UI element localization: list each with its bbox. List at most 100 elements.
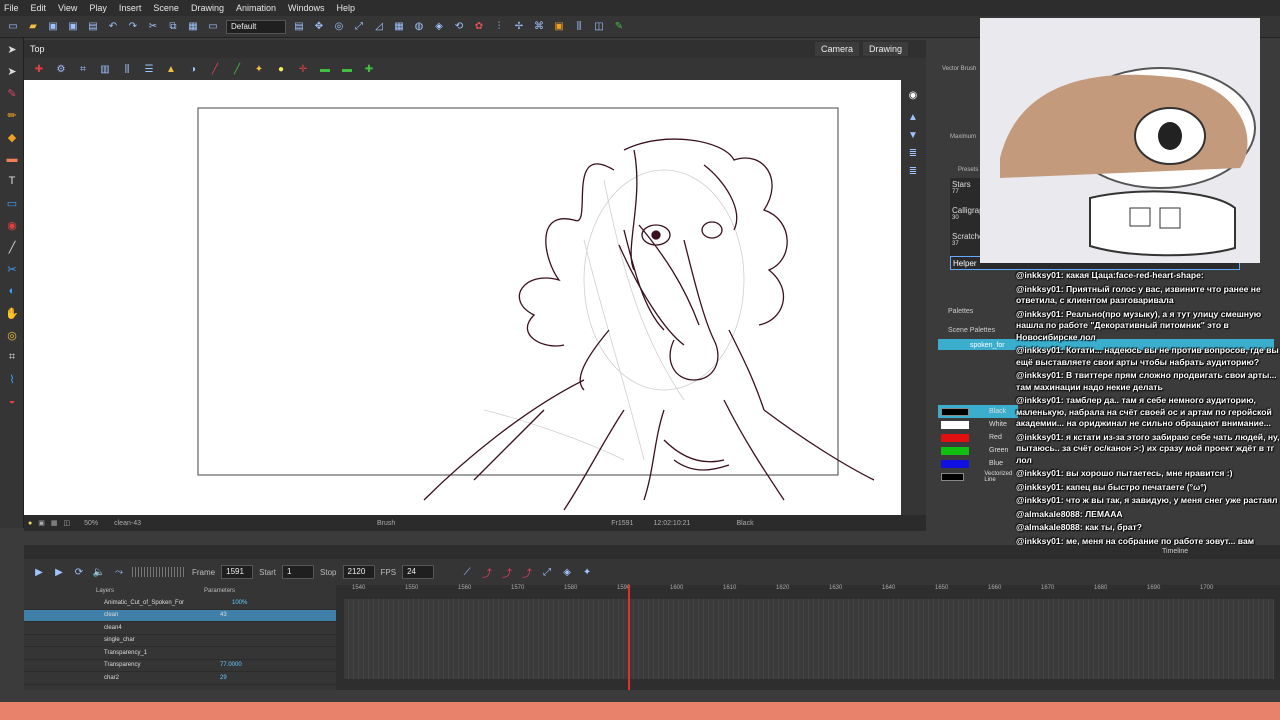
hand-tool-icon[interactable]: ✋ <box>0 302 24 324</box>
layer-row[interactable]: char2 29 <box>24 672 336 685</box>
playhead[interactable] <box>628 585 630 690</box>
sound-scrub-icon[interactable]: ⤳ <box>112 565 126 579</box>
bone-icon[interactable]: ⫶ <box>492 20 506 34</box>
camera-icon[interactable]: ◫ <box>592 20 606 34</box>
cut-icon[interactable]: ✂ <box>146 20 160 34</box>
menu-animation[interactable]: Animation <box>236 3 276 13</box>
tab-drawing[interactable]: Drawing <box>862 42 908 56</box>
extend-icon[interactable]: ⤢ <box>540 565 554 579</box>
open-icon[interactable]: ▰ <box>26 20 40 34</box>
undo-icon[interactable]: ↶ <box>106 20 120 34</box>
menu-drawing[interactable]: Drawing <box>191 3 224 13</box>
mask-icon[interactable]: ▥ <box>98 62 112 76</box>
move-icon[interactable]: ✥ <box>312 20 326 34</box>
grid-tool-icon[interactable]: ⌗ <box>0 346 24 368</box>
color-swatch-row[interactable]: Blue <box>938 457 1018 470</box>
select-tool-icon[interactable]: ➤ <box>0 38 24 60</box>
copy-icon[interactable]: ⧉ <box>166 20 180 34</box>
layer-row[interactable]: Transparency 77.0000 <box>24 660 336 672</box>
zoom-level[interactable]: 50% <box>84 520 98 527</box>
workspace-dropdown[interactable]: Default <box>226 19 286 34</box>
cutter-tool-icon[interactable]: ✂ <box>0 258 24 280</box>
mark-icon[interactable]: ◈ <box>560 565 574 579</box>
bulb-icon[interactable]: ● <box>274 62 288 76</box>
flip-icon[interactable]: ◑ <box>186 62 200 76</box>
color-swatch-row[interactable]: Green <box>938 444 1018 457</box>
contour-tool-icon[interactable]: ➤ <box>0 60 24 82</box>
transform-tool-icon[interactable]: ◎ <box>0 324 24 346</box>
import-icon[interactable]: ▤ <box>86 20 100 34</box>
text-tool-icon[interactable]: T <box>0 170 24 192</box>
reset-view-icon[interactable]: ⟲ <box>452 20 466 34</box>
settings-icon[interactable]: ⚙ <box>54 62 68 76</box>
menu-edit[interactable]: Edit <box>31 3 47 13</box>
scale-icon[interactable]: ⤢ <box>352 20 366 34</box>
deform-icon[interactable]: ✿ <box>472 20 486 34</box>
frame-icon[interactable]: ▣ <box>552 20 566 34</box>
layer-up-icon[interactable]: ▲ <box>906 110 920 124</box>
mask-status-icon[interactable]: ▣ <box>38 519 45 527</box>
color-swatch-row[interactable]: White <box>938 418 1018 431</box>
workspace-icon[interactable]: ▤ <box>292 20 306 34</box>
layer-row[interactable]: Animatic_Cut_of_Spoken_For 100% <box>24 597 336 610</box>
marker-icon[interactable]: ✦ <box>580 565 594 579</box>
motion-key-icon[interactable]: ⤴ <box>480 565 494 580</box>
stamp-tool-icon[interactable]: ◉ <box>0 214 24 236</box>
menu-help[interactable]: Help <box>337 3 356 13</box>
menu-play[interactable]: Play <box>89 3 107 13</box>
color-swatch-icon[interactable]: ◒ <box>0 390 24 412</box>
color-swatch-row[interactable]: Red <box>938 431 1018 444</box>
frame-cells[interactable] <box>344 599 1274 679</box>
stop-field[interactable]: 2120 <box>342 565 375 579</box>
frame-field[interactable]: 1591 <box>221 565 254 579</box>
tab-camera[interactable]: Camera <box>814 42 859 56</box>
color-swatch-row[interactable]: Vectorized Line <box>938 470 1018 483</box>
layer-row-selected[interactable]: clean 43 <box>24 609 336 622</box>
add-keyframe-icon[interactable]: ✚ <box>32 62 46 76</box>
light-table-icon[interactable]: ◈ <box>432 20 446 34</box>
snap-icon[interactable]: ⫼ <box>120 62 134 76</box>
fps-field[interactable]: 24 <box>402 565 435 579</box>
stop-motion-icon[interactable]: ⤴ <box>520 565 534 580</box>
bulb-status-icon[interactable]: ● <box>28 520 32 527</box>
menu-windows[interactable]: Windows <box>288 3 325 13</box>
menu-view[interactable]: View <box>58 3 77 13</box>
paste-icon[interactable]: ▦ <box>186 20 200 34</box>
paint-tool-icon[interactable]: ◆ <box>0 126 24 148</box>
camera-mode-icon[interactable]: ◉ <box>906 88 920 102</box>
redo-icon[interactable]: ↷ <box>126 20 140 34</box>
pencil-tool-icon[interactable]: ✏ <box>0 104 24 126</box>
grid-icon[interactable]: ▦ <box>392 20 406 34</box>
onion-skin-icon[interactable]: ◍ <box>412 20 426 34</box>
ease-icon[interactable]: ⤴ <box>500 565 514 580</box>
play-selection-icon[interactable]: ▶ <box>52 565 66 579</box>
rotate-icon[interactable]: ◎ <box>332 20 346 34</box>
stack2-icon[interactable]: ≣ <box>906 164 920 178</box>
brush-icon[interactable]: ╱ <box>208 62 222 76</box>
align-icon[interactable]: ☰ <box>142 62 156 76</box>
keyframe-icon[interactable]: ⟋ <box>460 565 474 579</box>
star-icon[interactable]: ✦ <box>252 62 266 76</box>
rectangle-tool-icon[interactable]: ▭ <box>0 192 24 214</box>
save-icon[interactable]: ▣ <box>46 20 60 34</box>
pivot-icon[interactable]: ✢ <box>512 20 526 34</box>
add-icon[interactable]: ✚ <box>362 62 376 76</box>
layer-row[interactable]: clean4 <box>24 622 336 635</box>
pencil-mode-icon[interactable]: ✎ <box>612 20 626 34</box>
drawing-canvas[interactable] <box>24 80 901 515</box>
new-icon[interactable]: ▭ <box>6 20 20 34</box>
start-field[interactable]: 1 <box>282 565 315 579</box>
lock-icon[interactable]: ▲ <box>164 62 178 76</box>
dash-plus-icon[interactable]: ▬ <box>340 62 354 76</box>
grid-icon[interactable]: ⌗ <box>76 62 90 76</box>
menu-file[interactable]: File <box>4 3 19 13</box>
line-tool-icon[interactable]: ╱ <box>0 236 24 258</box>
stack-icon[interactable]: ≣ <box>906 146 920 160</box>
center-icon[interactable]: ✛ <box>296 62 310 76</box>
speed-slider[interactable] <box>132 567 186 577</box>
skew-icon[interactable]: ◿ <box>372 20 386 34</box>
layout-icon[interactable]: ▭ <box>206 20 220 34</box>
loop-icon[interactable]: ⟳ <box>72 565 86 579</box>
save-all-icon[interactable]: ▣ <box>66 20 80 34</box>
camera-status-icon[interactable]: ◫ <box>63 519 70 527</box>
